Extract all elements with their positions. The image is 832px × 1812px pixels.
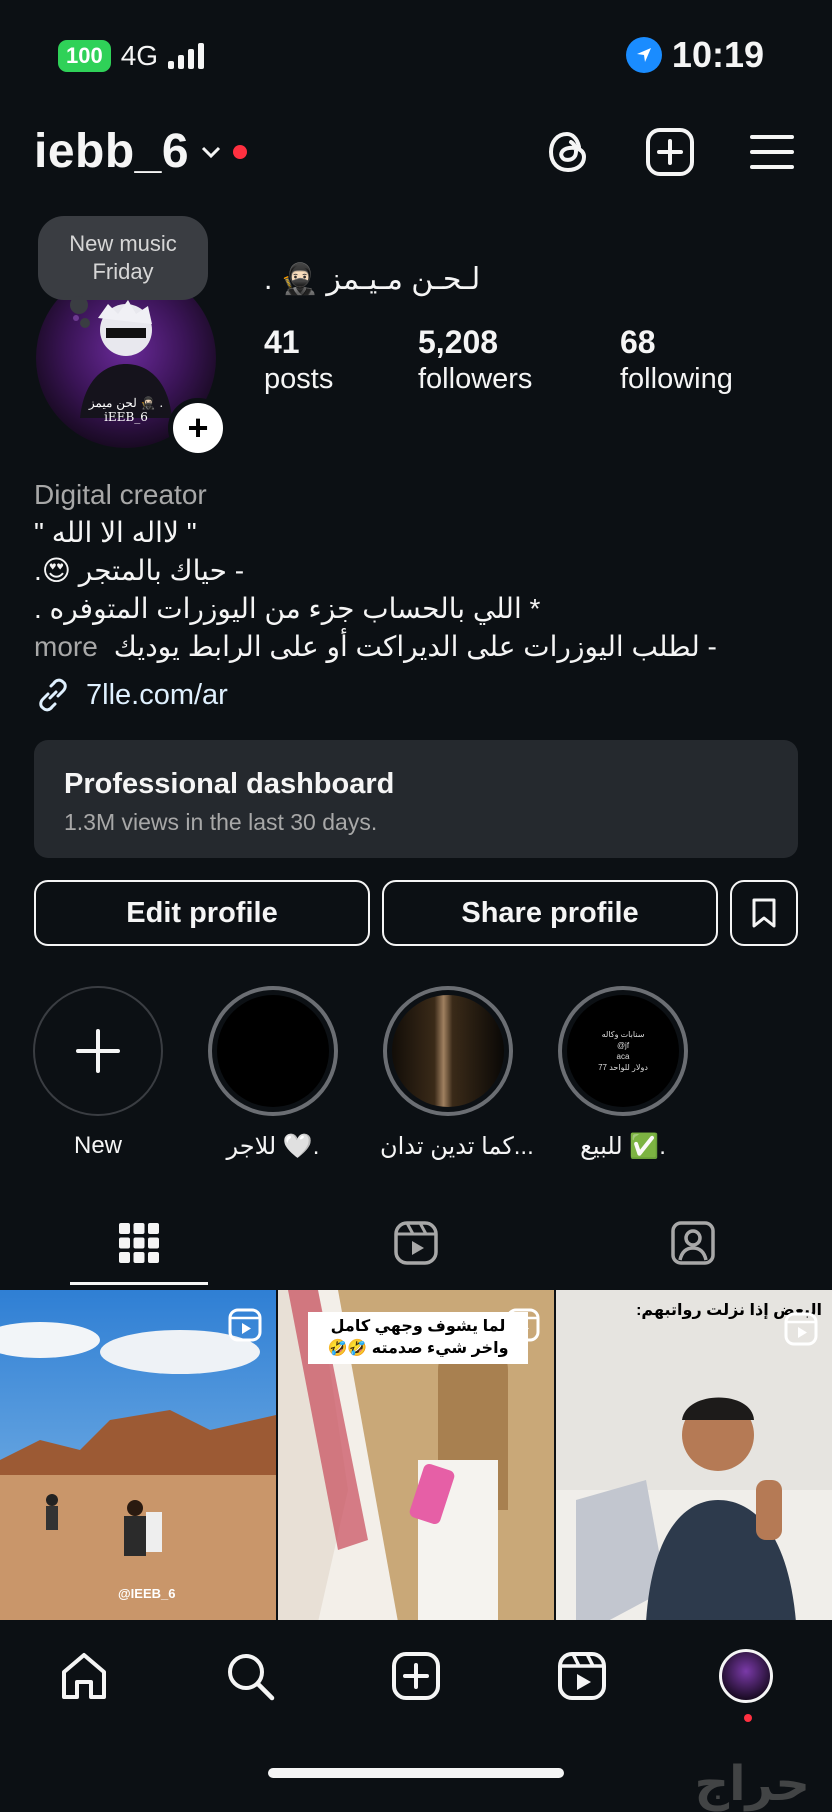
highlight-cover-text: @jf [616, 1041, 630, 1050]
tab-posts-grid[interactable] [109, 1216, 169, 1270]
network-type: 4G [120, 40, 159, 71]
display-name: لـحـن مـيـمز 🥷🏻 . [264, 263, 481, 296]
bio-more-link[interactable]: more [34, 628, 98, 666]
add-story-button[interactable]: + [168, 398, 228, 458]
bio-line: - لطلب اليوزرات على الديراكت أو على الرا… [113, 631, 717, 662]
following-count[interactable]: 68 following [620, 324, 733, 396]
profile-tab-avatar [719, 1649, 773, 1703]
stat-label: posts [264, 363, 334, 395]
create-icon [392, 1652, 440, 1700]
plus-icon: + [187, 407, 209, 448]
notification-dot [744, 1714, 752, 1722]
highlight-ring [208, 986, 338, 1116]
highlight-new-ring [33, 986, 163, 1116]
highlight-label: New [73, 1132, 122, 1159]
highlight-cover-text: سنابات وكاله [601, 1030, 645, 1039]
highlight-cover-text: 77 دولار للواحد [598, 1063, 648, 1072]
highlight-new[interactable]: New [30, 986, 166, 1160]
username-switcher[interactable]: iebb_6 [34, 124, 248, 179]
reel-badge-icon [228, 1308, 262, 1342]
edit-profile-button[interactable]: Edit profile [34, 880, 370, 946]
tagged-icon [671, 1221, 715, 1265]
reels-tab[interactable] [552, 1646, 612, 1706]
highlight-label: كما تدين تدان... [380, 1133, 534, 1160]
note-text-line2: Friday [92, 259, 154, 284]
plus-icon [76, 1029, 120, 1073]
battery-indicator: 100 [58, 40, 111, 72]
highlight-ring [383, 986, 513, 1116]
threads-icon[interactable] [540, 124, 596, 180]
status-bar-left: 100 4G [58, 40, 205, 72]
note-bubble-tail-small [80, 318, 90, 328]
signal-icon [168, 43, 205, 69]
post-thumbnail[interactable]: البعض إذا نزلت رواتبهم: [556, 1290, 832, 1622]
profile-tab[interactable] [716, 1646, 776, 1706]
highlight-item[interactable]: للاجر 🤍. [205, 986, 341, 1161]
professional-dashboard[interactable]: Professional dashboard 1.3M views in the… [34, 740, 798, 858]
post-thumbnail[interactable]: @IEEB_6 [0, 1290, 276, 1622]
dashboard-title: Professional dashboard [64, 768, 395, 800]
bio-line: " لااله الا الله " [34, 517, 197, 548]
post-watermark: @IEEB_6 [118, 1586, 176, 1601]
bio: Digital creator " لااله الا الله " - حيا… [34, 476, 794, 666]
create-tab[interactable] [386, 1646, 446, 1706]
bio-link[interactable]: 7lle.com/ar [34, 676, 228, 714]
dashboard-subtitle: 1.3M views in the last 30 days. [64, 809, 378, 835]
menu-icon[interactable] [744, 124, 800, 180]
stat-label: followers [418, 363, 533, 395]
saved-button[interactable] [730, 880, 798, 946]
create-icon[interactable] [642, 124, 698, 180]
note-bubble[interactable]: New music Friday [38, 216, 208, 300]
watermark: حراج [694, 1758, 811, 1811]
stat-label: following [620, 363, 733, 395]
home-icon [62, 1653, 106, 1699]
followers-count[interactable]: 5,208 followers [418, 324, 532, 396]
tab-active-indicator [70, 1282, 208, 1285]
bio-category: Digital creator [34, 479, 207, 510]
post-caption-sticker: لما يشوف وجهي كامل واخر شيء صدمته 🤣🤣 [308, 1312, 528, 1364]
highlight-cover [217, 995, 329, 1107]
post-thumbnail[interactable]: لما يشوف وجهي كامل واخر شيء صدمته 🤣🤣 [278, 1290, 554, 1622]
tab-tagged[interactable] [663, 1216, 723, 1270]
status-bar-right: 10:19 [625, 34, 764, 76]
grid-icon [119, 1223, 159, 1263]
highlight-item[interactable]: كما تدين تدان... [380, 986, 534, 1161]
note-text-line1: New music [69, 231, 177, 256]
highlight-label: للبيع ✅. [580, 1133, 666, 1160]
highlight-cover-text: aca [616, 1052, 630, 1061]
bio-link-text: 7lle.com/ar [86, 678, 228, 711]
posts-count[interactable]: 41 posts [264, 324, 333, 396]
search-tab[interactable] [220, 1646, 280, 1706]
clock: 10:19 [671, 34, 764, 75]
home-indicator[interactable] [268, 1768, 564, 1778]
username: iebb_6 [34, 125, 190, 178]
stat-value: 41 [264, 324, 300, 360]
link-icon [39, 678, 67, 712]
share-profile-button[interactable]: Share profile [382, 880, 718, 946]
note-bubble-tail [70, 296, 88, 314]
tab-reels[interactable] [386, 1216, 446, 1270]
bio-line: * اللي بالحساب جزء من اليوزرات المتوفره … [34, 593, 541, 624]
reel-badge-icon [506, 1308, 540, 1342]
highlight-cover [392, 995, 504, 1107]
stat-value: 5,208 [418, 324, 499, 360]
notification-dot [233, 144, 248, 159]
bio-line: - حياك بالمتجر 😍. [34, 555, 245, 586]
chevron-down-icon [202, 146, 221, 158]
highlight-cover: سنابات وكاله @jf aca 77 دولار للواحد [567, 995, 679, 1107]
bookmark-icon [752, 898, 776, 928]
location-icon [625, 37, 662, 73]
stat-value: 68 [620, 324, 656, 360]
reels-icon [558, 1652, 606, 1700]
highlight-item[interactable]: سنابات وكاله @jf aca 77 دولار للواحد للب… [555, 986, 691, 1161]
highlight-label: للاجر 🤍. [226, 1133, 320, 1160]
reels-icon [394, 1221, 438, 1265]
search-icon [228, 1654, 275, 1701]
highlight-ring: سنابات وكاله @jf aca 77 دولار للواحد [558, 986, 688, 1116]
reel-badge-icon [784, 1312, 818, 1346]
home-tab[interactable] [54, 1646, 114, 1706]
